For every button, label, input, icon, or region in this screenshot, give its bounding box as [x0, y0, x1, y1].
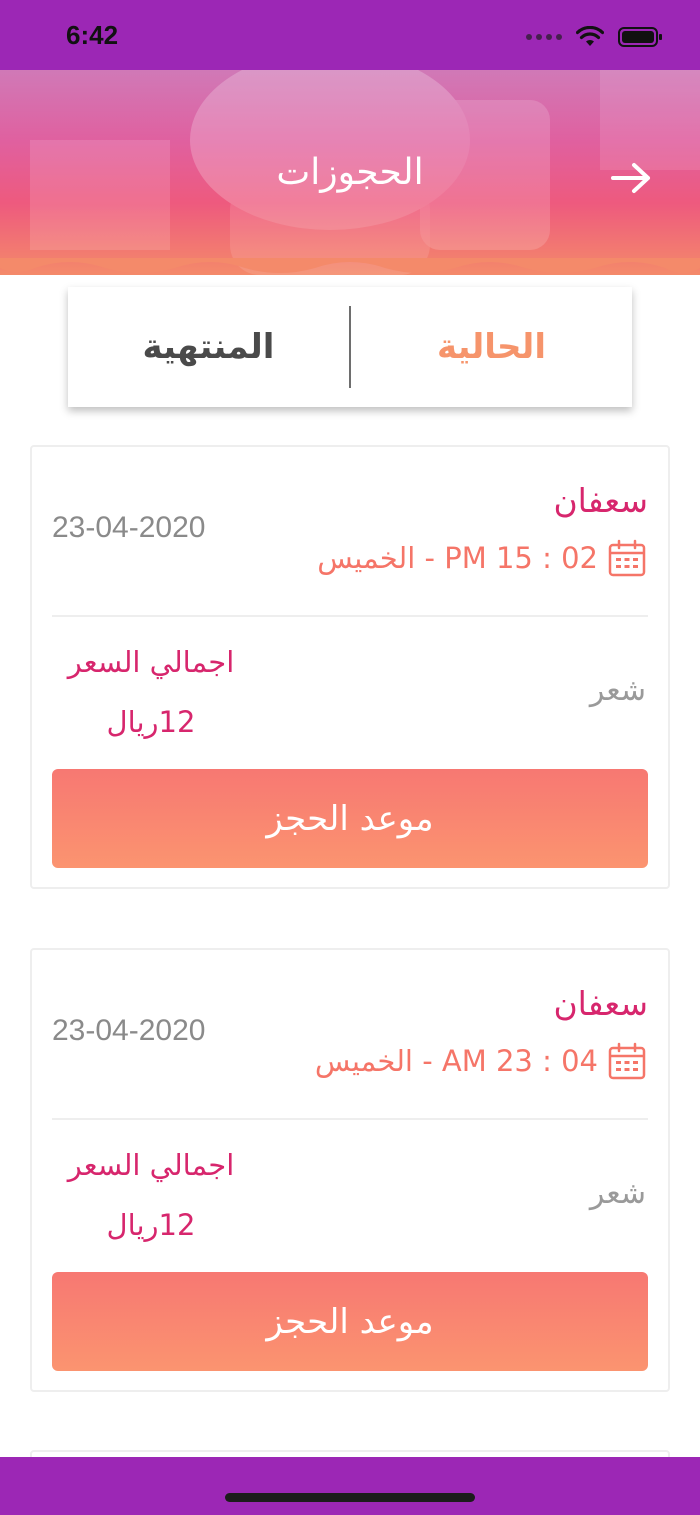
booking-card: سعفان 23-04-2020 04 : 23 AM - الخميس اجم… — [30, 948, 670, 1392]
status-time: 6:42 — [66, 20, 119, 50]
calendar-icon — [608, 1042, 646, 1080]
header-wave-edge — [0, 258, 700, 273]
header: الحجوزات — [0, 70, 700, 275]
signal-icon — [526, 34, 562, 40]
booking-time-row: 02 : 15 PM - الخميس — [317, 539, 646, 577]
booking-date: 23-04-2020 — [52, 511, 206, 544]
total-price-label: اجمالي السعر — [67, 1148, 235, 1182]
booking-appointment-button[interactable]: موعد الحجز — [52, 1272, 648, 1371]
booking-appointment-button[interactable]: موعد الحجز — [52, 769, 648, 868]
salon-name: سعفان — [553, 481, 648, 520]
booking-time: 02 : 15 PM - الخميس — [317, 541, 598, 575]
page-title: الحجوزات — [276, 152, 424, 193]
salon-name: سعفان — [553, 984, 648, 1023]
service-name: شعر — [589, 1176, 646, 1211]
home-indicator[interactable] — [225, 1493, 475, 1502]
arrow-right-icon[interactable] — [610, 160, 654, 196]
status-icons — [526, 26, 664, 48]
calendar-icon — [608, 539, 646, 577]
total-price-value: 12ريال — [106, 705, 196, 739]
booking-time-row: 04 : 23 AM - الخميس — [315, 1042, 646, 1080]
total-price-value: 12ريال — [106, 1208, 196, 1242]
battery-icon — [618, 26, 664, 48]
service-name: شعر — [589, 673, 646, 708]
card-divider — [52, 1118, 648, 1120]
booking-tabs: المنتهية الحالية — [68, 287, 632, 407]
booking-time: 04 : 23 AM - الخميس — [314, 1044, 598, 1078]
tab-ended[interactable]: المنتهية — [68, 287, 349, 407]
tab-current[interactable]: الحالية — [351, 287, 632, 407]
card-divider — [52, 615, 648, 617]
status-bar: 6:42 — [0, 0, 700, 72]
bottom-bar — [0, 1457, 700, 1515]
total-price-label: اجمالي السعر — [67, 645, 235, 679]
booking-card: سعفان 23-04-2020 02 : 15 PM - الخميس اجم… — [30, 445, 670, 889]
wifi-icon — [576, 26, 604, 48]
booking-date: 23-04-2020 — [52, 1014, 206, 1047]
